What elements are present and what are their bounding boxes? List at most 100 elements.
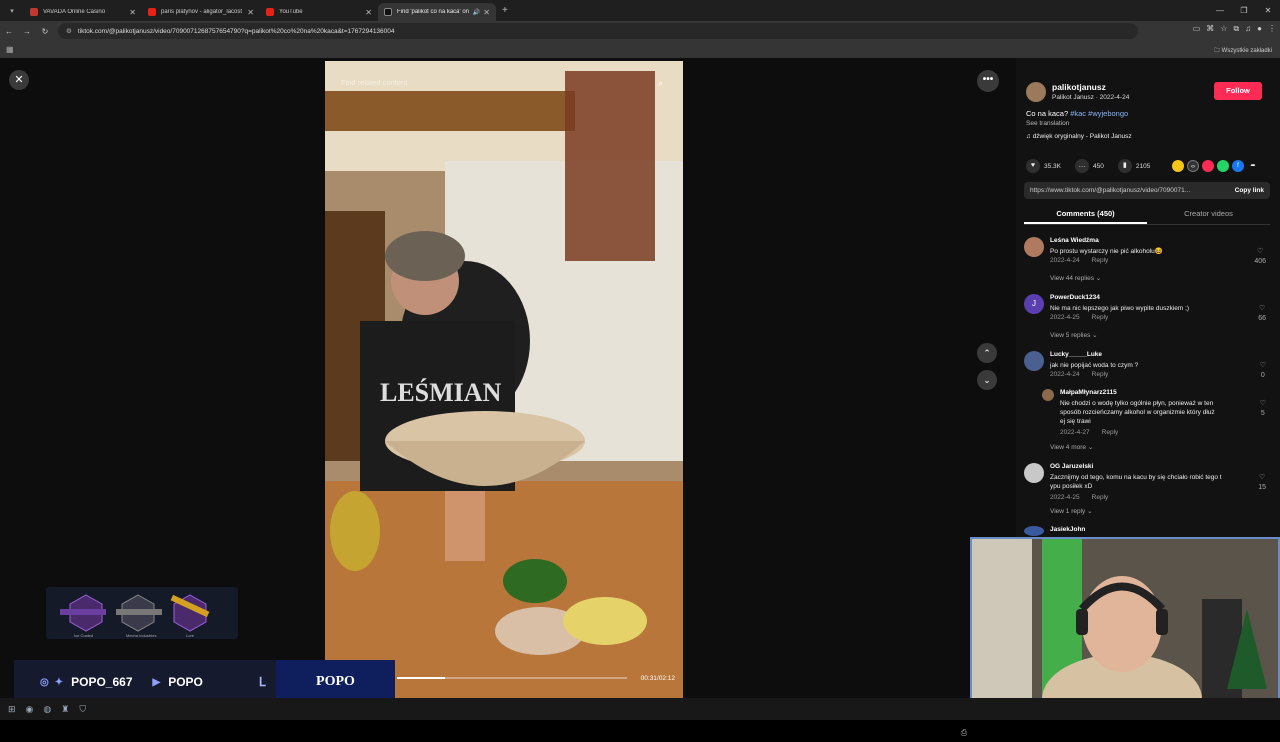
comment-like[interactable]: ♡ 0 bbox=[1260, 361, 1266, 381]
comment-like-count: 15 bbox=[1258, 484, 1266, 491]
commenter-avatar[interactable] bbox=[1024, 526, 1044, 536]
author-avatar[interactable] bbox=[1026, 82, 1046, 102]
view-replies-link[interactable]: View 1 reply ⌄ bbox=[1050, 507, 1093, 515]
more-options-button[interactable]: ••• bbox=[977, 70, 999, 92]
reload-icon[interactable]: ↻ bbox=[36, 27, 54, 36]
window-close-icon[interactable]: ✕ bbox=[1256, 6, 1280, 15]
reply-button[interactable]: Reply bbox=[1092, 314, 1109, 321]
apps-grid-icon[interactable]: ▦ bbox=[6, 45, 14, 54]
previous-video-button[interactable]: ⌃ bbox=[977, 343, 997, 363]
comment-icon[interactable]: … bbox=[1075, 159, 1089, 173]
reply-button[interactable]: Reply bbox=[1092, 371, 1109, 378]
comment-like[interactable]: ♡ 406 bbox=[1254, 247, 1266, 267]
instagram-icon: ◎ bbox=[40, 676, 49, 688]
comment-like[interactable]: ♡ 5 bbox=[1260, 399, 1266, 419]
bookmark-star-icon[interactable]: ☆ bbox=[1220, 24, 1227, 34]
close-icon[interactable]: ✕ bbox=[129, 8, 136, 17]
url-bar[interactable]: ⚙ tiktok.com/@palikotjanusz/video/709007… bbox=[58, 23, 1138, 39]
tab-creator-videos[interactable]: Creator videos bbox=[1147, 205, 1270, 224]
author-username[interactable]: palikotjanusz bbox=[1052, 82, 1106, 92]
hashtags[interactable]: #kac #wyjebongo bbox=[1070, 109, 1128, 118]
heart-outline-icon[interactable]: ♡ bbox=[1260, 362, 1266, 369]
reply-button[interactable]: Reply bbox=[1092, 257, 1109, 264]
cast-icon[interactable]: ▭ bbox=[1193, 24, 1201, 34]
shield-icon[interactable]: ⛉ bbox=[79, 704, 86, 715]
commenter-name[interactable]: Leśna Wiedźma bbox=[1050, 237, 1099, 244]
comment-like-count: 406 bbox=[1254, 258, 1266, 265]
tab-tiktok[interactable]: Find 'palikot co na kaca' on 🔊 ✕ bbox=[378, 3, 496, 21]
follow-button[interactable]: Follow bbox=[1214, 82, 1262, 100]
view-more-link[interactable]: View 4 more ⌄ bbox=[1050, 443, 1093, 451]
translate-icon[interactable]: ⌘ bbox=[1206, 24, 1214, 34]
comment-like[interactable]: ♡ 15 bbox=[1258, 473, 1266, 493]
close-icon[interactable]: ✕ bbox=[483, 8, 490, 17]
heart-outline-icon[interactable]: ♡ bbox=[1260, 400, 1266, 407]
menu-kebab-icon[interactable]: ⋮ bbox=[1268, 24, 1276, 34]
post-description: Co na kaca? #kac #wyjebongo bbox=[1026, 109, 1128, 118]
commenter-avatar[interactable] bbox=[1024, 463, 1044, 483]
heart-outline-icon[interactable]: ♡ bbox=[1259, 305, 1265, 312]
commenter-name[interactable]: PowerDuck1234 bbox=[1050, 294, 1100, 301]
tab-comments[interactable]: Comments (450) bbox=[1024, 205, 1147, 224]
new-tab-icon[interactable]: + bbox=[502, 5, 508, 16]
media-icon[interactable]: ♫ bbox=[1245, 24, 1251, 34]
commenter-name[interactable]: Lucky_____Luke bbox=[1050, 351, 1102, 358]
view-replies-link[interactable]: View 44 replies ⌄ bbox=[1050, 274, 1101, 282]
close-icon[interactable]: ✕ bbox=[247, 8, 254, 17]
windows-start-icon[interactable]: ⊞ bbox=[8, 704, 16, 715]
back-icon[interactable]: ← bbox=[0, 27, 18, 36]
minimize-icon[interactable]: — bbox=[1208, 6, 1232, 15]
tab-title: VAVADA Online Casino bbox=[43, 9, 106, 15]
chrome-icon[interactable]: ◍ bbox=[43, 704, 51, 715]
skin-name-1: Ice Coaled bbox=[74, 633, 93, 638]
progress-bar[interactable] bbox=[397, 677, 627, 679]
whatsapp-icon[interactable] bbox=[1217, 160, 1229, 172]
commenter-name[interactable]: OG Jaruzelski bbox=[1050, 463, 1093, 470]
search-icon[interactable]: ⌕ bbox=[658, 75, 663, 91]
comment-date: 2022-4-24 bbox=[1050, 371, 1080, 378]
tab-youtube[interactable]: YouTube ✕ bbox=[260, 3, 378, 21]
commenter-avatar[interactable] bbox=[1042, 389, 1054, 401]
extensions-icon[interactable]: ⧉ bbox=[1233, 24, 1239, 34]
video-link[interactable]: https://www.tiktok.com/@palikotjanusz/vi… bbox=[1024, 187, 1229, 194]
facebook-icon[interactable]: f bbox=[1232, 160, 1244, 172]
close-icon[interactable]: ✕ bbox=[365, 8, 372, 17]
send-icon[interactable] bbox=[1202, 160, 1214, 172]
heart-outline-icon[interactable]: ♡ bbox=[1259, 474, 1265, 481]
discord-icon[interactable]: ◉ bbox=[26, 704, 34, 715]
forward-icon[interactable]: → bbox=[18, 27, 36, 36]
embed-icon[interactable]: ‹› bbox=[1187, 160, 1199, 172]
see-translation-link[interactable]: See translation bbox=[1026, 120, 1069, 127]
tab-vavada[interactable]: VAVADA Online Casino ✕ bbox=[24, 3, 142, 21]
commenter-name[interactable]: MałpaMłynarz2115 bbox=[1060, 389, 1117, 396]
reply-button[interactable]: Reply bbox=[1102, 429, 1119, 436]
tool-icon[interactable]: ⎙ bbox=[957, 728, 971, 742]
share-friend-icon[interactable] bbox=[1172, 160, 1184, 172]
all-bookmarks[interactable]: 🗀 Wszystkie zakładki bbox=[1214, 46, 1272, 56]
commenter-avatar[interactable] bbox=[1024, 351, 1044, 371]
bookmark-icon[interactable]: ▮ bbox=[1117, 159, 1132, 173]
comment-like[interactable]: ♡ 66 bbox=[1258, 304, 1266, 324]
comment-meta: 2022-4-27 Reply bbox=[1060, 429, 1118, 436]
video-search-bar[interactable]: Find related content ⌕ bbox=[333, 75, 673, 91]
music-row[interactable]: ♫ dźwięk oryginalny - Palikot Janusz bbox=[1026, 133, 1132, 140]
tab-search-icon[interactable]: ▾ bbox=[0, 7, 24, 15]
speaker-icon[interactable]: 🔊 bbox=[473, 9, 480, 16]
copy-link-button[interactable]: Copy link bbox=[1229, 187, 1270, 194]
next-video-button[interactable]: ⌄ bbox=[977, 370, 997, 390]
commenter-avatar[interactable] bbox=[1024, 237, 1044, 257]
steam-icon[interactable]: ♜ bbox=[61, 704, 69, 715]
share-arrow-icon[interactable]: ➦ bbox=[1247, 160, 1259, 172]
commenter-name[interactable]: JasiekJohn bbox=[1050, 526, 1085, 533]
heart-icon[interactable]: ♥ bbox=[1026, 159, 1040, 173]
maximize-icon[interactable]: ❐ bbox=[1232, 6, 1256, 15]
site-info-icon[interactable]: ⚙ bbox=[66, 27, 72, 35]
heart-outline-icon[interactable]: ♡ bbox=[1257, 248, 1263, 255]
reply-button[interactable]: Reply bbox=[1092, 494, 1109, 501]
commenter-avatar[interactable]: J bbox=[1024, 294, 1044, 314]
close-video-button[interactable]: ✕ bbox=[9, 70, 29, 90]
tab-paris-platynov[interactable]: paris platynov - aligator_lacost ✕ bbox=[142, 3, 260, 21]
profile-icon[interactable]: ● bbox=[1257, 24, 1262, 34]
view-replies-link[interactable]: View 5 replies ⌄ bbox=[1050, 331, 1098, 339]
video-player[interactable]: LEŚMIAN Find related content ⌕ 00:31/02:… bbox=[325, 61, 683, 698]
